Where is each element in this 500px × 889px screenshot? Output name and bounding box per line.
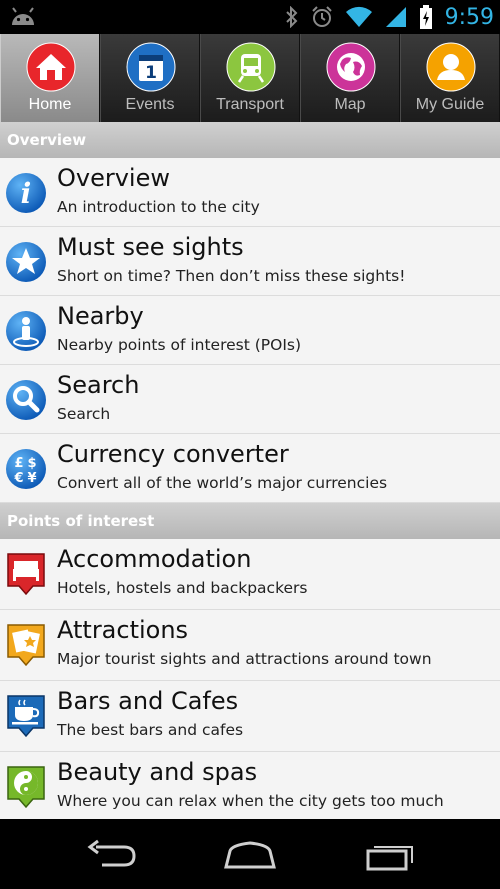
list-item-subtitle: Convert all of the world’s major currenc… <box>57 474 388 492</box>
list-item-subtitle: Nearby points of interest (POIs) <box>57 336 302 354</box>
section-header-overview: Overview <box>0 122 500 158</box>
list-item-title: Currency converter <box>57 440 289 468</box>
tab-my-guide[interactable]: My Guide <box>400 34 500 122</box>
yin-yang-icon <box>7 766 45 809</box>
train-icon <box>226 42 276 92</box>
svg-text:1: 1 <box>145 63 157 83</box>
section-header-points-of-interest: Points of interest <box>0 503 500 539</box>
list-item-title: Bars and Cafes <box>57 687 239 715</box>
android-notification-icon <box>12 7 34 25</box>
svg-text:€: € <box>13 471 23 486</box>
tab-map[interactable]: Map <box>300 34 400 122</box>
bluetooth-icon <box>285 6 298 28</box>
top-tab-bar: Home 1 Events Transport Map My Guide <box>0 34 500 122</box>
status-bar: 9:59 <box>0 0 500 34</box>
currency-icon: £ $ € ¥ <box>6 449 46 489</box>
list-item-subtitle: Hotels, hostels and backpackers <box>57 579 308 597</box>
tickets-icon <box>7 624 45 667</box>
list-item-title: Search <box>57 371 140 399</box>
svg-text:i: i <box>21 177 32 210</box>
list-item-title: Must see sights <box>57 233 244 261</box>
bed-icon <box>7 553 45 596</box>
list-item-overview[interactable]: i Overview An introduction to the city <box>0 158 500 227</box>
svg-text:$: $ <box>27 456 36 471</box>
signal-icon <box>385 7 406 27</box>
list-item-subtitle: The best bars and cafes <box>57 721 244 739</box>
main-list[interactable]: Overview i Overview An introduction to t… <box>0 122 500 819</box>
svg-text:¥: ¥ <box>27 471 36 486</box>
list-item-title: Accommodation <box>57 545 252 573</box>
list-item-beauty-and-spas[interactable]: Beauty and spas Where you can relax when… <box>0 752 500 819</box>
list-item-subtitle: An introduction to the city <box>57 198 260 216</box>
globe-icon <box>326 42 376 92</box>
tab-home-label: Home <box>28 96 72 113</box>
tab-transport[interactable]: Transport <box>200 34 300 122</box>
tab-home[interactable]: Home <box>0 34 100 122</box>
svg-text:£: £ <box>14 456 23 471</box>
tab-transport-label: Transport <box>216 96 284 113</box>
list-item-currency-converter[interactable]: £ $ € ¥ Currency converter Convert all o… <box>0 434 500 503</box>
list-item-must-see-sights[interactable]: Must see sights Short on time? Then don’… <box>0 227 500 296</box>
list-item-attractions[interactable]: Attractions Major tourist sights and att… <box>0 610 500 681</box>
list-item-subtitle: Short on time? Then don’t miss these sig… <box>57 267 406 285</box>
nearby-person-icon <box>6 311 46 351</box>
coffee-cup-icon <box>7 695 45 738</box>
tab-events-label: Events <box>125 96 175 113</box>
status-clock: 9:59 <box>444 4 494 30</box>
list-item-nearby[interactable]: Nearby Nearby points of interest (POIs) <box>0 296 500 365</box>
calendar-icon: 1 <box>126 42 176 92</box>
wifi-icon <box>345 6 372 27</box>
tab-events[interactable]: 1 Events <box>100 34 200 122</box>
list-item-title: Overview <box>57 164 170 192</box>
tab-map-label: Map <box>334 96 366 113</box>
battery-charging-icon <box>419 5 432 29</box>
system-navigation-bar <box>0 819 500 889</box>
list-item-bars-and-cafes[interactable]: Bars and Cafes The best bars and cafes <box>0 681 500 752</box>
recent-apps-icon[interactable] <box>360 837 420 873</box>
list-item-subtitle: Where you can relax when the city gets t… <box>57 792 444 810</box>
list-item-subtitle: Search <box>57 405 111 423</box>
list-item-search[interactable]: Search Search <box>0 365 500 434</box>
person-icon <box>426 42 476 92</box>
home-icon <box>26 42 76 92</box>
alarm-icon <box>311 6 332 27</box>
back-icon[interactable] <box>82 837 142 873</box>
info-icon: i <box>6 173 46 213</box>
tab-my-guide-label: My Guide <box>415 96 485 113</box>
list-item-title: Attractions <box>57 616 189 644</box>
list-item-title: Nearby <box>57 302 144 330</box>
magnifier-icon <box>6 380 46 420</box>
list-item-accommodation[interactable]: Accommodation Hotels, hostels and backpa… <box>0 539 500 610</box>
home-nav-icon[interactable] <box>220 837 280 873</box>
star-icon <box>6 242 46 282</box>
list-item-subtitle: Major tourist sights and attractions aro… <box>57 650 432 668</box>
list-item-title: Beauty and spas <box>57 758 258 786</box>
